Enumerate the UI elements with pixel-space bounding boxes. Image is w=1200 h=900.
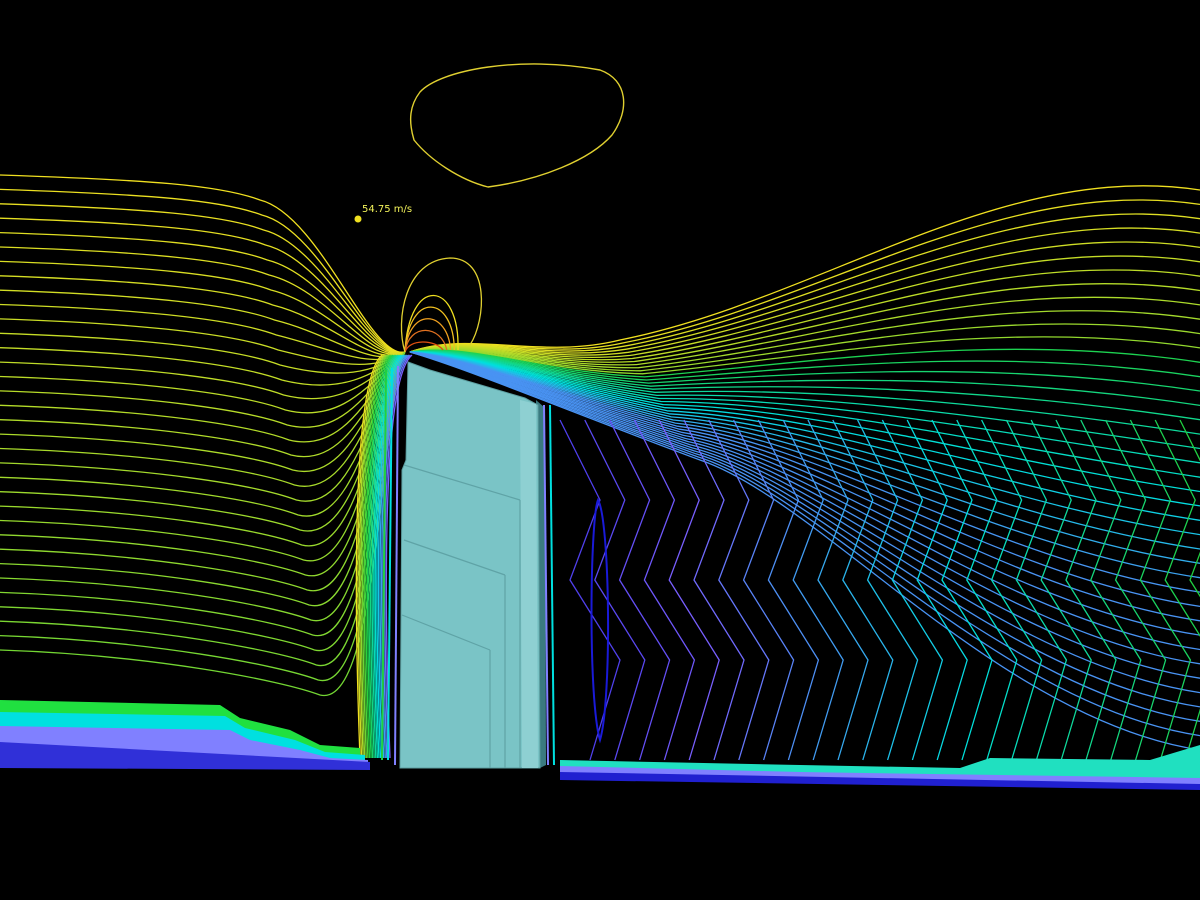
cfd-velocity-contour-viewport[interactable]: 54.75 m/s	[0, 0, 1200, 900]
probe-velocity-label: 54.75 m/s	[362, 204, 412, 215]
probe-marker[interactable]	[354, 215, 362, 223]
tower-main-face	[399, 361, 541, 769]
tower-building[interactable]	[399, 361, 546, 769]
tower-side-face	[520, 400, 538, 768]
